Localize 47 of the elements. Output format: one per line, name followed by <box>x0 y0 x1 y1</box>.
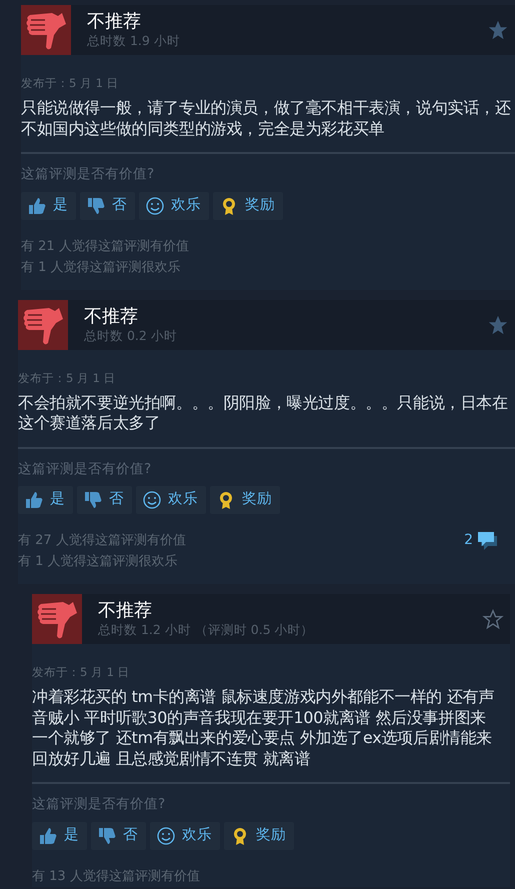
vote-summary: 有 13 人觉得这篇评测有价值 <box>32 868 201 886</box>
review-text: 只能说做得一般，请了专业的演员，做了毫不相干表演，说句实话，还不如国内这些做的同类型的游戏，完全是为彩花买单 <box>21 98 512 140</box>
playtime-text: 总时数 1.2 小时 （评测时 0.5 小时） <box>98 622 315 638</box>
vote-summary: 有 27 人觉得这篇评测有价值 <box>18 532 187 550</box>
no-button[interactable]: 否 <box>80 192 135 220</box>
verdict-title: 不推荐 <box>87 11 142 33</box>
helpful-question: 这篇评测是否有价值? <box>32 795 166 814</box>
award-button[interactable]: 奖励 <box>210 486 280 514</box>
smiley-icon <box>156 826 176 846</box>
comment-count: 2 <box>464 531 473 550</box>
vote-summary: 有 1 人觉得这篇评测很欢乐 <box>21 258 182 276</box>
thumbs-down-icon <box>97 826 117 846</box>
award-button[interactable]: 奖励 <box>213 192 283 220</box>
helpful-question: 这篇评测是否有价值? <box>21 165 156 184</box>
thumbs-down-icon <box>32 594 82 644</box>
playtime-text: 总时数 1.9 小时 <box>87 33 181 49</box>
no-button[interactable]: 否 <box>77 486 132 514</box>
smiley-icon <box>145 196 165 216</box>
yes-button[interactable]: 是 <box>32 822 87 850</box>
verdict-title: 不推荐 <box>84 306 139 328</box>
thumbs-down-icon <box>86 196 106 216</box>
thumbs-up-icon <box>27 196 47 216</box>
review-text: 不会拍就不要逆光拍啊。。。阴阳脸，曝光过度。。。只能说，日本在这个赛道落后太多了 <box>18 392 509 434</box>
thumbs-up-icon <box>24 490 44 510</box>
posted-date: 发布于：5 月 1 日 <box>32 664 131 681</box>
thumbs-up-icon <box>38 826 58 846</box>
smiley-icon <box>142 490 162 510</box>
vote-summary: 有 1 人觉得这篇评测很欢乐 <box>18 553 179 571</box>
playtime-text: 总时数 0.2 小时 <box>84 328 178 344</box>
posted-date: 发布于：5 月 1 日 <box>18 370 117 386</box>
vote-summary: 有 21 人觉得这篇评测有价值 <box>21 238 190 256</box>
thumbs-down-icon <box>83 490 103 510</box>
thumbs-down-icon <box>21 5 71 55</box>
helpful-question: 这篇评测是否有价值? <box>18 460 152 479</box>
thumbs-down-icon <box>18 300 68 350</box>
verdict-title: 不推荐 <box>98 600 153 622</box>
award-button[interactable]: 奖励 <box>224 822 294 850</box>
posted-date: 发布于：5 月 1 日 <box>21 75 120 92</box>
yes-button[interactable]: 是 <box>18 486 73 514</box>
star-icon[interactable] <box>482 608 506 630</box>
review-text: 冲着彩花买的 tm卡的离谱 鼠标速度游戏内外都能不一样的 还有声音贼小 平时听歌30的声音我现在要开100就离谱 然后没事拼图来一个就够了 还tm有飘出来的爱心要点 外加选了ex选项后剧情能来回放好几遍 且总感觉剧情不连贯 就离谱 <box>32 687 496 770</box>
funny-button[interactable]: 欢乐 <box>139 192 209 220</box>
yes-button[interactable]: 是 <box>21 192 76 220</box>
funny-button[interactable]: 欢乐 <box>150 822 220 850</box>
funny-button[interactable]: 欢乐 <box>136 486 206 514</box>
no-button[interactable]: 否 <box>91 822 146 850</box>
comment-icon[interactable] <box>477 530 499 550</box>
